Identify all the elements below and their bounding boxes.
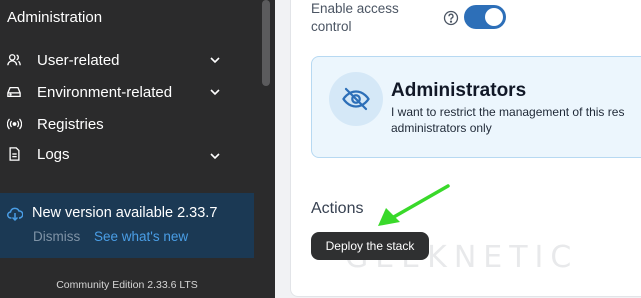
admin-desc-line2: administrators only [391, 121, 492, 135]
access-control-label: Enable access control [311, 1, 399, 34]
sidebar-item-environment-related[interactable]: Environment-related [0, 78, 240, 106]
users-icon [6, 52, 22, 68]
sidebar: Administration User-related Environment-… [0, 0, 275, 298]
sidebar-item-label: User-related [37, 51, 120, 69]
annotation-arrow-icon [378, 184, 450, 226]
sidebar-scrollbar[interactable] [262, 0, 270, 86]
broadcast-icon [6, 116, 22, 132]
sidebar-item-user-related[interactable]: User-related [0, 46, 240, 74]
admin-option-description: I want to restrict the management of thi… [391, 104, 641, 136]
update-title: New version available 2.33.7 [32, 205, 218, 221]
help-icon[interactable] [443, 10, 459, 26]
sidebar-item-label: Environment-related [37, 83, 173, 101]
sidebar-item-registries[interactable]: Registries [0, 110, 240, 138]
actions-heading: Actions [311, 200, 364, 217]
document-icon [6, 146, 22, 162]
chevron-down-icon [210, 89, 220, 96]
sidebar-item-label: Logs [37, 146, 70, 162]
admin-icon-container [329, 72, 383, 126]
admin-desc-line1: I want to restrict the management of thi… [391, 105, 625, 119]
cloud-download-icon [7, 207, 23, 222]
edition-label: Community Edition 2.33.6 LTS [56, 279, 198, 291]
whats-new-link[interactable]: See what's new [94, 229, 188, 244]
sidebar-item-label: Registries [37, 115, 104, 133]
access-control-toggle[interactable] [464, 5, 506, 29]
admin-option-title: Administrators [391, 80, 527, 101]
sidebar-item-logs[interactable]: Logs [0, 142, 240, 162]
toggle-knob [485, 8, 503, 26]
eye-off-icon [342, 87, 370, 111]
drive-icon [6, 84, 22, 100]
sidebar-heading: Administration [7, 9, 103, 26]
chevron-down-icon [210, 153, 220, 160]
update-notification: New version available 2.33.7 Dismiss See… [0, 193, 254, 258]
deploy-stack-tooltip[interactable]: Deploy the stack [311, 232, 429, 260]
chevron-down-icon [210, 57, 220, 64]
dismiss-link[interactable]: Dismiss [33, 229, 80, 244]
